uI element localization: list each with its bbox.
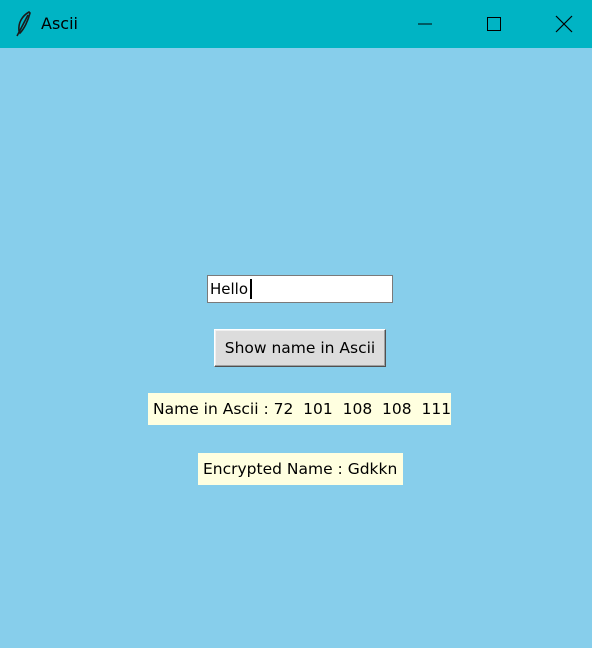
show-ascii-button[interactable]: Show name in Ascii (214, 329, 386, 367)
ascii-result-label: Name in Ascii : 72 101 108 108 111 (148, 393, 451, 425)
window-title: Ascii (41, 14, 78, 33)
close-icon (555, 15, 573, 33)
close-button[interactable] (541, 0, 587, 48)
name-input[interactable] (207, 275, 393, 303)
minimize-button[interactable] (402, 0, 448, 48)
text-caret (250, 279, 252, 299)
app-window: Ascii Show name in Ascii Name in Ascii :… (0, 0, 592, 648)
maximize-icon (487, 17, 501, 31)
feather-icon (14, 11, 34, 37)
title-bar[interactable]: Ascii (0, 0, 592, 48)
encrypted-result-label: Encrypted Name : Gdkkn (198, 453, 403, 485)
maximize-button[interactable] (471, 0, 517, 48)
minimize-icon (418, 23, 432, 25)
